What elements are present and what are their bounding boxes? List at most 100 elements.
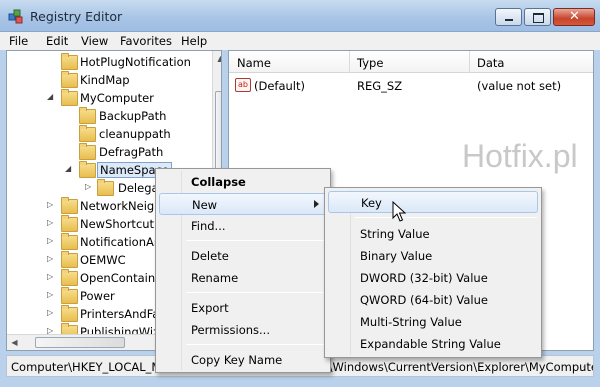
menu-favorites[interactable]: Favorites	[120, 34, 172, 48]
close-button[interactable]: ✕	[553, 8, 595, 26]
tree-item-label: OEMWC	[80, 253, 126, 267]
tree-item-label: MyComputer	[80, 91, 154, 105]
menu-item-copy-key-name[interactable]: Copy Key Name	[159, 349, 327, 371]
menu-item-label: Rename	[191, 271, 239, 285]
registry-editor-icon[interactable]	[8, 8, 24, 24]
submenu-item-dword-value[interactable]: DWORD (32-bit) Value	[328, 267, 538, 289]
tree-item-cleanuppath[interactable]: cleanuppath	[7, 125, 212, 143]
menu-separator	[186, 344, 326, 345]
column-divider[interactable]	[349, 51, 350, 73]
collapse-arrow-icon[interactable]: ◢	[65, 164, 71, 173]
expand-arrow-icon[interactable]: ▷	[47, 218, 53, 227]
folder-icon	[61, 53, 78, 70]
window-title: Registry Editor	[30, 9, 123, 24]
expand-arrow-icon[interactable]: ▷	[85, 182, 91, 191]
column-divider[interactable]	[469, 51, 470, 73]
new-submenu: Key String Value Binary Value DWORD (32-…	[324, 187, 542, 358]
scroll-up-arrow-icon[interactable]: ▲	[213, 51, 221, 66]
menu-item-label: String Value	[360, 227, 430, 241]
menu-item-label: Binary Value	[360, 249, 433, 263]
submenu-item-string-value[interactable]: String Value	[328, 223, 538, 245]
resize-grip-icon[interactable]: ⋰	[579, 362, 593, 376]
expand-arrow-icon[interactable]: ▷	[47, 308, 53, 317]
tree-item-kindmap[interactable]: KindMap	[7, 71, 212, 89]
submenu-item-multi-string-value[interactable]: Multi-String Value	[328, 311, 538, 333]
minimize-icon	[505, 19, 513, 21]
menu-item-label: New	[192, 198, 218, 212]
column-name-header[interactable]: Name	[237, 56, 271, 70]
menu-help[interactable]: Help	[181, 34, 207, 48]
folder-icon	[79, 143, 96, 160]
column-data-header[interactable]: Data	[477, 56, 504, 70]
tree-item-defragpath[interactable]: DefragPath	[7, 143, 212, 161]
menu-item-delete[interactable]: Delete	[159, 245, 327, 267]
menu-item-rename[interactable]: Rename	[159, 267, 327, 289]
folder-icon	[79, 125, 96, 142]
expand-arrow-icon[interactable]: ▷	[47, 200, 53, 209]
tree-item-label: cleanuppath	[99, 127, 171, 141]
context-menu: Collapse New Find... Delete Rename Expor…	[155, 168, 331, 373]
folder-icon	[61, 215, 78, 232]
submenu-item-key[interactable]: Key	[328, 191, 538, 213]
value-row-default[interactable]: ab (Default) REG_SZ (value not set)	[229, 75, 593, 95]
menu-item-label: Delete	[191, 249, 229, 263]
string-value-icon: ab	[235, 78, 251, 92]
value-type: REG_SZ	[357, 79, 403, 93]
expand-arrow-icon[interactable]: ▷	[47, 272, 53, 281]
folder-icon	[61, 269, 78, 286]
expand-arrow-icon[interactable]: ▷	[47, 290, 53, 299]
menu-bar: File Edit View Favorites Help	[0, 32, 600, 50]
menu-item-label: QWORD (64-bit) Value	[360, 293, 488, 307]
submenu-item-qword-value[interactable]: QWORD (64-bit) Value	[328, 289, 538, 311]
menu-item-label: Copy Key Name	[191, 353, 283, 367]
column-type-header[interactable]: Type	[357, 56, 383, 70]
folder-icon	[79, 107, 96, 124]
collapse-arrow-icon[interactable]: ◢	[47, 92, 53, 101]
expand-arrow-icon[interactable]: ▷	[47, 254, 53, 263]
folder-icon	[61, 89, 78, 106]
menu-item-label: Find...	[191, 219, 226, 233]
menu-item-label: Collapse	[191, 175, 246, 189]
menu-item-collapse[interactable]: Collapse	[159, 171, 327, 193]
submenu-arrow-icon	[314, 200, 319, 208]
title-bar[interactable]: Registry Editor ✕	[0, 0, 600, 32]
submenu-item-binary-value[interactable]: Binary Value	[328, 245, 538, 267]
folder-icon	[61, 233, 78, 250]
scrollbar-thumb[interactable]	[35, 337, 125, 348]
mouse-pointer-icon	[392, 201, 407, 222]
scroll-left-arrow-icon[interactable]: ◀	[7, 335, 22, 350]
minimize-button[interactable]	[495, 8, 522, 26]
folder-icon	[79, 161, 96, 178]
menu-item-label: DWORD (32-bit) Value	[360, 271, 488, 285]
tree-item-label: KindMap	[80, 73, 130, 87]
menu-item-label: Permissions...	[191, 323, 270, 337]
folder-icon	[61, 287, 78, 304]
submenu-item-expandable-string-value[interactable]: Expandable String Value	[328, 333, 538, 355]
watermark-text: Hotfix.pl	[462, 138, 578, 174]
menu-item-new[interactable]: New	[159, 193, 327, 215]
value-data: (value not set)	[477, 79, 562, 93]
menu-edit[interactable]: Edit	[46, 34, 68, 48]
maximize-button[interactable]	[524, 8, 551, 26]
menu-item-label: Expandable String Value	[360, 337, 501, 351]
menu-item-label: Key	[361, 196, 382, 210]
maximize-icon	[533, 13, 544, 23]
menu-item-export[interactable]: Export	[159, 297, 327, 319]
close-icon: ✕	[569, 9, 580, 24]
scrollbar-thumb[interactable]	[215, 91, 221, 171]
column-header: Name Type Data	[229, 51, 593, 73]
tree-item-label: DefragPath	[99, 145, 164, 159]
folder-icon	[61, 71, 78, 88]
tree-item-mycomputer[interactable]: ◢ MyComputer	[7, 89, 212, 107]
folder-icon	[61, 305, 78, 322]
menu-item-find[interactable]: Find...	[159, 215, 327, 237]
folder-icon	[61, 197, 78, 214]
tree-item-label: HotPlugNotification	[80, 55, 191, 69]
tree-item-backuppath[interactable]: BackupPath	[7, 107, 212, 125]
expand-arrow-icon[interactable]: ▷	[47, 236, 53, 245]
menu-item-permissions[interactable]: Permissions...	[159, 319, 327, 341]
menu-file[interactable]: File	[9, 34, 28, 48]
menu-view[interactable]: View	[81, 34, 108, 48]
folder-icon	[61, 251, 78, 268]
tree-item-hotplugnotification[interactable]: HotPlugNotification	[7, 53, 212, 71]
